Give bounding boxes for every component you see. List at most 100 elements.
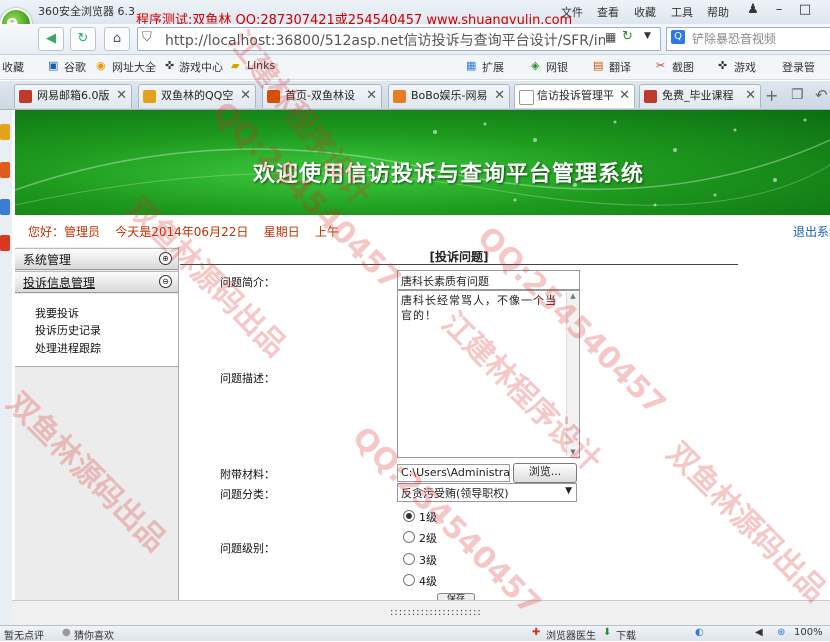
sidebar-section-complaint[interactable]: 投诉信息管理 ⊖: [15, 271, 178, 293]
tab-qzone[interactable]: 双鱼林的QQ空 ✕: [138, 84, 256, 108]
apps-icon[interactable]: [0, 199, 10, 215]
tab-home[interactable]: 首页-双鱼林设 ✕: [262, 84, 382, 108]
sidebar-section-system[interactable]: 系统管理 ⊕: [15, 248, 178, 270]
toolbar-screenshot[interactable]: 截图: [672, 59, 694, 75]
search-placeholder: 铲除暴恐音视频: [692, 32, 777, 46]
tab-label: 信访投诉管理平: [537, 89, 614, 102]
level-radio-2[interactable]: [403, 531, 415, 543]
toolbar-login[interactable]: 登录管: [782, 59, 815, 75]
bookmark-games[interactable]: 游戏中心: [179, 59, 223, 75]
category-select[interactable]: 反贪污受贿(领导职权) ▼: [397, 483, 577, 502]
maximize-button[interactable]: □: [792, 0, 818, 20]
summary-input[interactable]: 唐科长素质有问题: [397, 270, 580, 290]
folder-icon: ▰: [231, 59, 240, 72]
translate-icon: ▤: [593, 59, 604, 72]
home-button[interactable]: ⌂: [104, 27, 130, 51]
gamepad-icon: ✜: [165, 59, 175, 72]
search-engine-icon[interactable]: Q: [671, 30, 685, 44]
level-option-label: 3级: [419, 554, 437, 567]
zoom-level[interactable]: 100%: [794, 627, 823, 638]
level-radio-4[interactable]: [403, 574, 415, 586]
minimize-button[interactable]: –: [766, 0, 792, 20]
close-icon[interactable]: ✕: [619, 85, 630, 107]
weibo-icon[interactable]: [0, 162, 10, 178]
attachment-label: 附带材料：: [220, 468, 275, 481]
bookmark-links[interactable]: Links: [247, 59, 275, 72]
level-radio-1[interactable]: [403, 510, 415, 522]
resize-grip[interactable]: :::::::::::::::::::::: [390, 607, 482, 618]
google-icon: ▣: [48, 59, 59, 72]
doctor-icon: ✚: [532, 627, 541, 638]
tabs-overview-icon[interactable]: ❐: [791, 87, 804, 103]
back-button[interactable]: ◀: [38, 27, 64, 51]
tab-label: 双鱼林的QQ空: [161, 89, 234, 102]
description-textarea[interactable]: 唐科长经常骂人，不像一个当官的！: [397, 290, 580, 458]
tab-label: BoBo娱乐-网易: [411, 89, 488, 102]
watermark-text: 双鱼林源码出品: [659, 435, 830, 609]
toolbar-translate[interactable]: 翻译: [609, 59, 631, 75]
description-label: 问题描述：: [220, 372, 275, 385]
mail-icon: [19, 90, 32, 103]
compat-icon[interactable]: ▦: [605, 30, 616, 44]
toolbar-extensions[interactable]: 扩展: [482, 59, 504, 75]
new-tab-icon[interactable]: +: [765, 86, 778, 105]
attachment-path-input[interactable]: C:\Users\Administrato: [397, 464, 510, 482]
form-title: [投诉问题]: [180, 248, 738, 265]
menu-view[interactable]: 查看: [597, 4, 619, 20]
description-scrollbar[interactable]: ▲ ▼: [566, 292, 579, 456]
sidebar-section-label: 系统管理: [23, 253, 72, 267]
heart-icon: ●: [62, 627, 71, 638]
ie-icon[interactable]: ◐: [695, 627, 704, 638]
category-value: 反贪污受贿(领导职权): [401, 487, 509, 500]
close-icon[interactable]: ✕: [366, 85, 377, 107]
browse-button[interactable]: 浏览...: [513, 463, 577, 483]
undo-icon[interactable]: ↶: [815, 86, 828, 104]
chevron-down-icon: ▼: [565, 486, 572, 496]
level-label: 问题级别：: [220, 542, 275, 555]
logout-link[interactable]: 退出系统: [793, 223, 830, 240]
tab-label: 网易邮箱6.0版: [37, 89, 110, 102]
scissors-icon: ✂: [656, 59, 666, 72]
tab-bobo[interactable]: BoBo娱乐-网易 ✕: [388, 84, 510, 108]
url-text: http://localhost:36800/512asp.net信访投诉与查询…: [165, 33, 605, 49]
sidebar-item-history[interactable]: 投诉历史记录: [35, 322, 101, 338]
bookmark-google[interactable]: 谷歌: [64, 59, 86, 75]
close-icon[interactable]: ✕: [116, 85, 127, 107]
level-radio-3[interactable]: [403, 553, 415, 565]
toggle-icon[interactable]: ⊖: [159, 275, 172, 288]
bookmark-favorites[interactable]: 收藏: [2, 59, 24, 75]
skin-icon[interactable]: ♟: [740, 0, 766, 20]
sidebar-item-submit-complaint[interactable]: 我要投诉: [35, 305, 79, 321]
close-icon[interactable]: ✕: [745, 85, 756, 107]
menu-tools[interactable]: 工具: [671, 4, 693, 20]
tab-mail[interactable]: 网易邮箱6.0版 ✕: [14, 84, 132, 108]
sidebar-item-progress[interactable]: 处理进程跟踪: [35, 340, 101, 356]
speaker-icon[interactable]: ◀: [755, 627, 763, 638]
close-icon[interactable]: ✕: [240, 85, 251, 107]
star-icon[interactable]: [0, 124, 10, 140]
close-icon[interactable]: ✕: [494, 85, 505, 107]
toolbar-games[interactable]: 游戏: [734, 59, 756, 75]
shield-icon: ⛉: [142, 30, 152, 45]
reload-icon[interactable]: ↻: [622, 29, 633, 44]
page-icon: [267, 90, 280, 103]
category-label: 问题分类：: [220, 488, 275, 501]
chevron-down-icon[interactable]: ▼: [644, 31, 651, 41]
bookmark-sites[interactable]: 网址大全: [112, 59, 156, 75]
bank-icon: ◈: [531, 59, 540, 72]
game-icon: ✜: [718, 59, 728, 72]
summary-label: 问题简介：: [220, 276, 275, 289]
tab-complaint-system[interactable]: 信访投诉管理平 ✕: [514, 84, 635, 108]
toggle-icon[interactable]: ⊕: [159, 252, 172, 265]
toolbar-bank[interactable]: 网银: [546, 59, 568, 75]
page-title: 欢迎使用信访投诉与查询平台管理系统: [253, 162, 645, 187]
extensions-icon: ▦: [466, 59, 477, 72]
menu-favorites[interactable]: 收藏: [634, 4, 656, 20]
refresh-button[interactable]: ↻: [70, 27, 96, 51]
news-icon[interactable]: [0, 235, 10, 251]
page-icon: [644, 90, 657, 103]
menu-file[interactable]: 文件: [561, 4, 583, 20]
sidebar-section-label: 投诉信息管理: [23, 276, 96, 290]
tab-free-course[interactable]: 免费_毕业课程 ✕: [639, 84, 761, 108]
menu-help[interactable]: 帮助: [707, 4, 729, 20]
